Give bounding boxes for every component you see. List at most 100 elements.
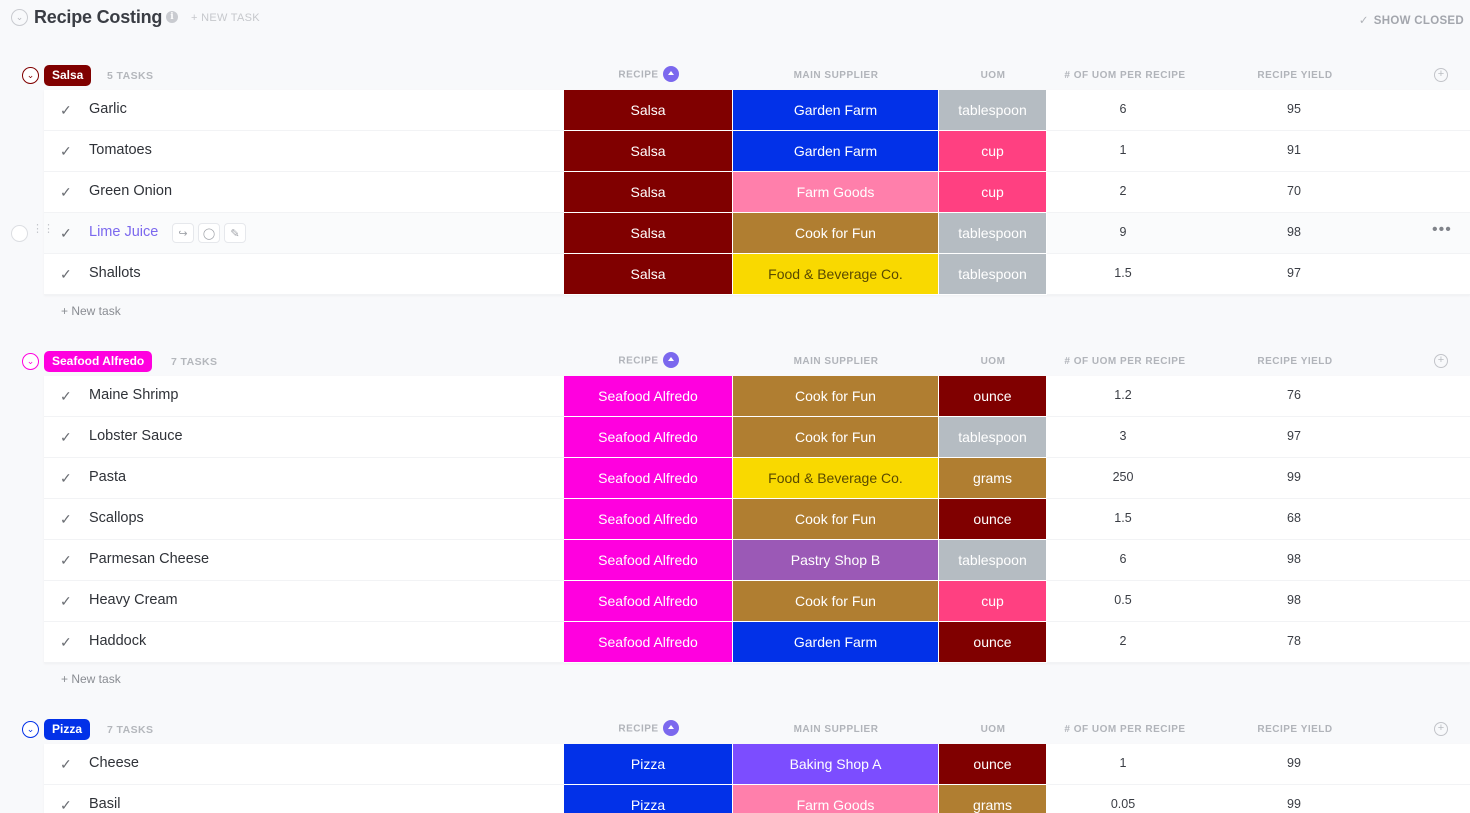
- recipe-cell[interactable]: Salsa: [564, 254, 733, 295]
- uom-per-recipe-cell[interactable]: 1: [1073, 756, 1173, 770]
- task-name[interactable]: Parmesan Cheese: [89, 551, 209, 567]
- recipe-yield-cell[interactable]: 95: [1244, 102, 1344, 116]
- check-icon[interactable]: ✓: [60, 552, 72, 569]
- more-options-icon[interactable]: •••: [1432, 221, 1452, 239]
- task-name[interactable]: Scallops: [89, 510, 144, 526]
- sort-ascending-icon[interactable]: [662, 720, 679, 736]
- uom-per-recipe-cell[interactable]: 6: [1073, 552, 1173, 566]
- column-header-uom[interactable]: UOM: [939, 724, 1047, 735]
- task-name[interactable]: Lobster Sauce: [89, 428, 183, 444]
- recipe-cell[interactable]: Pizza: [564, 744, 733, 785]
- recipe-cell[interactable]: Seafood Alfredo: [564, 376, 733, 417]
- recipe-yield-cell[interactable]: 97: [1244, 266, 1344, 280]
- column-header-uom[interactable]: UOM: [939, 70, 1047, 81]
- uom-per-recipe-cell[interactable]: 3: [1073, 429, 1173, 443]
- task-name[interactable]: Maine Shrimp: [89, 387, 178, 403]
- task-row[interactable]: ✓ Pasta Seafood Alfredo Food & Beverage C…: [44, 458, 1470, 499]
- task-name[interactable]: Tomatoes: [89, 142, 152, 158]
- task-row[interactable]: ✓ Shallots Salsa Food & Beverage Co. tabl…: [44, 254, 1470, 295]
- supplier-cell[interactable]: Farm Goods: [733, 172, 939, 213]
- supplier-cell[interactable]: Baking Shop A: [733, 744, 939, 785]
- supplier-cell[interactable]: Garden Farm: [733, 622, 939, 663]
- task-name[interactable]: Cheese: [89, 755, 139, 771]
- recipe-cell[interactable]: Salsa: [564, 172, 733, 213]
- info-icon[interactable]: i: [166, 11, 178, 23]
- uom-cell[interactable]: grams: [939, 785, 1047, 813]
- supplier-cell[interactable]: Food & Beverage Co.: [733, 458, 939, 499]
- recipe-yield-cell[interactable]: 97: [1244, 429, 1344, 443]
- uom-per-recipe-cell[interactable]: 6: [1073, 102, 1173, 116]
- check-icon[interactable]: ✓: [60, 102, 72, 119]
- check-icon[interactable]: ✓: [60, 388, 72, 405]
- uom-cell[interactable]: ounce: [939, 622, 1047, 663]
- check-icon[interactable]: ✓: [60, 634, 72, 651]
- recipe-yield-cell[interactable]: 98: [1244, 225, 1344, 239]
- recipe-yield-cell[interactable]: 78: [1244, 634, 1344, 648]
- recipe-yield-cell[interactable]: 70: [1244, 184, 1344, 198]
- uom-cell[interactable]: tablespoon: [939, 90, 1047, 131]
- check-icon[interactable]: ✓: [60, 143, 72, 160]
- uom-cell[interactable]: ounce: [939, 376, 1047, 417]
- recipe-cell[interactable]: Seafood Alfredo: [564, 540, 733, 581]
- uom-cell[interactable]: cup: [939, 172, 1047, 213]
- column-header-main-supplier[interactable]: MAIN SUPPLIER: [733, 724, 939, 735]
- uom-per-recipe-cell[interactable]: 2: [1073, 634, 1173, 648]
- task-row[interactable]: ✓ Green Onion Salsa Farm Goods cup 2 70: [44, 172, 1470, 213]
- uom-per-recipe-cell[interactable]: 1.5: [1073, 266, 1173, 280]
- task-row[interactable]: ✓ Tomatoes Salsa Garden Farm cup 1 91: [44, 131, 1470, 172]
- select-checkbox[interactable]: [11, 225, 28, 242]
- column-header-recipe-yield[interactable]: RECIPE YIELD: [1245, 724, 1345, 735]
- uom-per-recipe-cell[interactable]: 1.5: [1073, 511, 1173, 525]
- recipe-cell[interactable]: Seafood Alfredo: [564, 417, 733, 458]
- uom-per-recipe-cell[interactable]: 9: [1073, 225, 1173, 239]
- uom-cell[interactable]: ounce: [939, 744, 1047, 785]
- check-icon[interactable]: ✓: [60, 593, 72, 610]
- supplier-cell[interactable]: Cook for Fun: [733, 499, 939, 540]
- recipe-yield-cell[interactable]: 99: [1244, 797, 1344, 811]
- recipe-cell[interactable]: Salsa: [564, 90, 733, 131]
- recipe-yield-cell[interactable]: 68: [1244, 511, 1344, 525]
- task-name[interactable]: Basil: [89, 796, 120, 812]
- supplier-cell[interactable]: Cook for Fun: [733, 376, 939, 417]
- uom-cell[interactable]: ounce: [939, 499, 1047, 540]
- group-collapse-icon[interactable]: ⌄: [22, 353, 39, 370]
- group-badge[interactable]: Seafood Alfredo: [44, 351, 153, 372]
- check-icon[interactable]: ✓: [60, 756, 72, 773]
- task-row[interactable]: ✓ Garlic Salsa Garden Farm tablespoon 6 9…: [44, 90, 1470, 131]
- recipe-cell[interactable]: Seafood Alfredo: [564, 581, 733, 622]
- recipe-yield-cell[interactable]: 99: [1244, 756, 1344, 770]
- task-name[interactable]: Lime Juice: [89, 224, 158, 240]
- sort-ascending-icon[interactable]: [662, 66, 679, 82]
- group-collapse-icon[interactable]: ⌄: [22, 67, 39, 84]
- new-task-row[interactable]: + New task: [0, 295, 1470, 327]
- uom-cell[interactable]: cup: [939, 131, 1047, 172]
- column-header-recipe[interactable]: RECIPE: [564, 352, 733, 369]
- recipe-yield-cell[interactable]: 76: [1244, 388, 1344, 402]
- recipe-cell[interactable]: Seafood Alfredo: [564, 458, 733, 499]
- recipe-cell[interactable]: Seafood Alfredo: [564, 499, 733, 540]
- new-task-row[interactable]: + New task: [0, 663, 1470, 695]
- task-row[interactable]: ⋮⋮ ✓ Lime Juice ↪ ◯ ✎ Salsa Cook for Fun …: [11, 213, 1470, 254]
- uom-per-recipe-cell[interactable]: 2: [1073, 184, 1173, 198]
- recipe-yield-cell[interactable]: 99: [1244, 470, 1344, 484]
- task-name[interactable]: Garlic: [89, 101, 127, 117]
- uom-cell[interactable]: grams: [939, 458, 1047, 499]
- sort-ascending-icon[interactable]: [662, 352, 679, 368]
- column-header-main-supplier[interactable]: MAIN SUPPLIER: [733, 70, 939, 81]
- recipe-cell[interactable]: Pizza: [564, 785, 733, 813]
- task-name[interactable]: Pasta: [89, 469, 126, 485]
- new-task-label[interactable]: + New task: [61, 304, 121, 318]
- uom-cell[interactable]: tablespoon: [939, 417, 1047, 458]
- check-icon[interactable]: ✓: [60, 225, 72, 242]
- task-row[interactable]: ✓ Lobster Sauce Seafood Alfredo Cook for …: [44, 417, 1470, 458]
- recipe-cell[interactable]: Salsa: [564, 213, 733, 254]
- uom-per-recipe-cell[interactable]: 250: [1073, 470, 1173, 484]
- uom-cell[interactable]: tablespoon: [939, 540, 1047, 581]
- check-icon[interactable]: ✓: [60, 266, 72, 283]
- recipe-yield-cell[interactable]: 91: [1244, 143, 1344, 157]
- recipe-yield-cell[interactable]: 98: [1244, 552, 1344, 566]
- group-badge[interactable]: Pizza: [44, 719, 91, 740]
- uom-per-recipe-cell[interactable]: 1: [1073, 143, 1173, 157]
- subtask-icon[interactable]: ↪: [172, 223, 194, 243]
- group-badge[interactable]: Salsa: [44, 65, 92, 86]
